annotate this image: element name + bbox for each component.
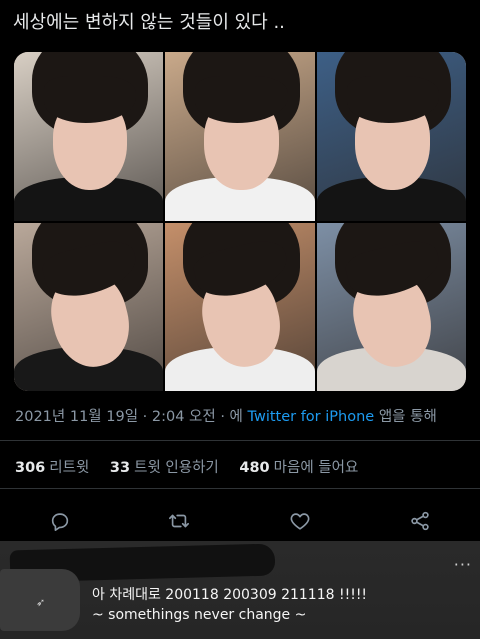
retweet-icon	[169, 514, 189, 528]
pin-icon: ➶	[36, 596, 46, 609]
divider	[0, 440, 480, 441]
photo-thumbnail[interactable]	[14, 52, 164, 221]
reply-icon	[51, 513, 69, 531]
quotes-count: 33	[109, 460, 131, 476]
photo-thumbnail[interactable]	[316, 52, 466, 221]
retweet-button[interactable]	[166, 508, 192, 534]
photo-thumbnail[interactable]	[14, 222, 164, 391]
quotes-stat[interactable]: 33 트윗 인용하기	[110, 460, 235, 476]
source-link[interactable]: Twitter for iPhone	[248, 409, 375, 425]
likes-count: 480	[239, 460, 270, 476]
share-button[interactable]	[407, 508, 433, 534]
photo-thumbnail[interactable]	[316, 222, 466, 391]
source-suffix: 앱을 통해	[378, 409, 437, 425]
like-button[interactable]	[287, 508, 313, 534]
tweet-meta: 2021년 11월 19일 · 2:04 오전 · 에 Twitter for …	[15, 405, 437, 426]
share-icon	[411, 511, 429, 531]
retweets-stat[interactable]: 306 리트윗	[15, 460, 105, 476]
tweet-stats: 306 리트윗 33 트윗 인용하기 480 마음에 들어요	[15, 456, 358, 477]
photo-grid	[14, 52, 466, 391]
quotes-label: 트윗 인용하기	[134, 460, 219, 476]
likes-stat[interactable]: 480 마음에 들어요	[239, 460, 358, 476]
comment-line-1: 아 차례대로 200118 200309 211118 !!!!!	[92, 587, 368, 603]
retweets-count: 306	[15, 460, 46, 476]
likes-label: 마음에 들어요	[273, 460, 359, 476]
divider	[0, 488, 480, 489]
more-options-icon[interactable]: ···	[454, 555, 472, 574]
reply-button[interactable]	[47, 508, 73, 534]
photo-thumbnail[interactable]	[165, 52, 315, 221]
retweets-label: 리트윗	[49, 460, 90, 476]
tweet-datetime[interactable]: 2021년 11월 19일 · 2:04 오전 · 에	[15, 409, 243, 425]
comment-line-2: ~ somethings never change ~	[92, 607, 307, 623]
comment-overlay: ➶ 아 차례대로 200118 200309 211118 !!!!! ~ so…	[0, 541, 480, 639]
tweet-text: 세상에는 변하지 않는 것들이 있다 ..	[13, 12, 285, 33]
photo-thumbnail[interactable]	[165, 222, 315, 391]
heart-icon	[290, 513, 310, 530]
